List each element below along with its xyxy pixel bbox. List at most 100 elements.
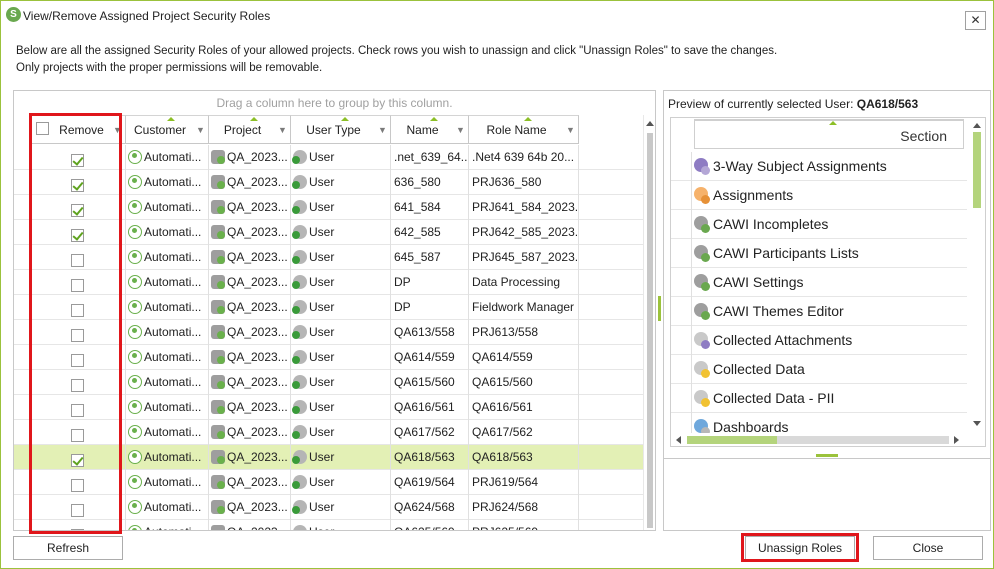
scroll-up-icon[interactable]: [973, 123, 981, 128]
remove-cell[interactable]: [30, 195, 126, 220]
remove-cell[interactable]: [30, 395, 126, 420]
refresh-button[interactable]: Refresh: [13, 536, 123, 560]
role-name-cell[interactable]: PRJ624/568: [469, 495, 579, 520]
project-cell[interactable]: QA_2023...: [209, 195, 291, 220]
section-list-item[interactable]: Collected Attachments: [671, 326, 967, 355]
section-list-item[interactable]: Assignments: [671, 181, 967, 210]
scrollbar-thumb[interactable]: [647, 133, 653, 528]
name-cell[interactable]: 645_587: [391, 245, 469, 270]
filter-icon[interactable]: ▼: [113, 126, 122, 135]
table-row[interactable]: Automati... QA_2023... User 645_587 PRJ645_5…: [14, 245, 643, 270]
name-cell[interactable]: DP: [391, 270, 469, 295]
name-cell[interactable]: QA617/562: [391, 420, 469, 445]
sections-horizontal-scrollbar[interactable]: [671, 433, 968, 446]
column-header-user-type[interactable]: User Type ▼: [291, 115, 391, 144]
row-indicator[interactable]: [671, 384, 692, 413]
customer-cell[interactable]: Automati...: [126, 245, 209, 270]
table-row[interactable]: Automati... QA_2023... User QA624/568 PRJ624…: [14, 495, 643, 520]
project-cell[interactable]: QA_2023...: [209, 270, 291, 295]
section-list-item[interactable]: CAWI Settings: [671, 268, 967, 297]
customer-cell[interactable]: Automati...: [126, 195, 209, 220]
remove-cell[interactable]: [30, 295, 126, 320]
row-indicator[interactable]: [14, 445, 30, 470]
role-name-cell[interactable]: PRJ636_580: [469, 170, 579, 195]
customer-cell[interactable]: Automati...: [126, 445, 209, 470]
remove-cell[interactable]: [30, 445, 126, 470]
user-type-cell[interactable]: User: [291, 270, 391, 295]
name-cell[interactable]: QA624/568: [391, 495, 469, 520]
project-cell[interactable]: QA_2023...: [209, 495, 291, 520]
scroll-down-icon[interactable]: [973, 421, 981, 426]
name-cell[interactable]: QA614/559: [391, 345, 469, 370]
close-button[interactable]: Close: [873, 536, 983, 560]
project-cell[interactable]: QA_2023...: [209, 245, 291, 270]
section-list-item[interactable]: CAWI Incompletes: [671, 210, 967, 239]
remove-checkbox[interactable]: [71, 478, 84, 492]
row-indicator[interactable]: [14, 395, 30, 420]
name-cell[interactable]: 641_584: [391, 195, 469, 220]
scroll-right-icon[interactable]: [954, 436, 959, 444]
name-cell[interactable]: 636_580: [391, 170, 469, 195]
role-name-cell[interactable]: PRJ645_587_2023...: [469, 245, 579, 270]
filter-icon[interactable]: ▼: [378, 126, 387, 135]
table-row[interactable]: Automati... QA_2023... User 642_585 PRJ642_5…: [14, 220, 643, 245]
row-indicator[interactable]: [14, 270, 30, 295]
name-cell[interactable]: QA613/558: [391, 320, 469, 345]
table-row[interactable]: Automati... QA_2023... User QA619/564 PRJ619…: [14, 470, 643, 495]
customer-cell[interactable]: Automati...: [126, 520, 209, 530]
user-type-cell[interactable]: User: [291, 395, 391, 420]
filter-icon[interactable]: ▼: [456, 126, 465, 135]
role-name-cell[interactable]: Data Processing: [469, 270, 579, 295]
role-name-cell[interactable]: QA614/559: [469, 345, 579, 370]
row-indicator[interactable]: [14, 195, 30, 220]
row-indicator[interactable]: [14, 170, 30, 195]
name-cell[interactable]: QA625/569: [391, 520, 469, 530]
column-header-name[interactable]: Name ▼: [391, 115, 469, 144]
section-list-item[interactable]: Collected Data: [671, 355, 967, 384]
table-row[interactable]: Automati... QA_2023... User .net_639_64....…: [14, 145, 643, 170]
remove-checkbox[interactable]: [71, 528, 84, 530]
user-type-cell[interactable]: User: [291, 420, 391, 445]
name-cell[interactable]: QA615/560: [391, 370, 469, 395]
project-cell[interactable]: QA_2023...: [209, 320, 291, 345]
name-cell[interactable]: .net_639_64...: [391, 145, 469, 170]
row-indicator[interactable]: [671, 152, 692, 181]
project-cell[interactable]: QA_2023...: [209, 295, 291, 320]
user-type-cell[interactable]: User: [291, 295, 391, 320]
remove-cell[interactable]: [30, 470, 126, 495]
row-indicator[interactable]: [671, 297, 692, 326]
column-header-section[interactable]: Section: [694, 119, 964, 149]
project-cell[interactable]: QA_2023...: [209, 520, 291, 530]
remove-cell[interactable]: [30, 345, 126, 370]
remove-checkbox[interactable]: [71, 378, 84, 392]
customer-cell[interactable]: Automati...: [126, 470, 209, 495]
row-indicator[interactable]: [14, 420, 30, 445]
close-window-button[interactable]: ✕: [965, 11, 986, 30]
row-indicator[interactable]: [14, 495, 30, 520]
remove-checkbox[interactable]: [71, 278, 84, 292]
project-cell[interactable]: QA_2023...: [209, 145, 291, 170]
user-type-cell[interactable]: User: [291, 495, 391, 520]
user-type-cell[interactable]: User: [291, 320, 391, 345]
row-indicator[interactable]: [14, 345, 30, 370]
project-cell[interactable]: QA_2023...: [209, 445, 291, 470]
select-all-checkbox[interactable]: [36, 122, 49, 135]
scrollbar-thumb[interactable]: [973, 132, 981, 208]
role-name-cell[interactable]: .Net4 639 64b 20...: [469, 145, 579, 170]
remove-cell[interactable]: [30, 370, 126, 395]
project-cell[interactable]: QA_2023...: [209, 470, 291, 495]
table-row[interactable]: Automati... QA_2023... User QA618/563 QA618/…: [14, 445, 643, 470]
group-by-panel[interactable]: Drag a column here to group by this colu…: [14, 91, 655, 115]
name-cell[interactable]: QA616/561: [391, 395, 469, 420]
row-indicator[interactable]: [671, 326, 692, 355]
role-name-cell[interactable]: PRJ641_584_2023...: [469, 195, 579, 220]
remove-cell[interactable]: [30, 245, 126, 270]
filter-icon[interactable]: ▼: [278, 126, 287, 135]
filter-icon[interactable]: ▼: [566, 126, 575, 135]
customer-cell[interactable]: Automati...: [126, 145, 209, 170]
remove-checkbox[interactable]: [71, 428, 84, 442]
column-header-customer[interactable]: Customer ▼: [126, 115, 209, 144]
name-cell[interactable]: QA619/564: [391, 470, 469, 495]
column-header-remove[interactable]: Remove ▼: [30, 115, 126, 144]
customer-cell[interactable]: Automati...: [126, 295, 209, 320]
